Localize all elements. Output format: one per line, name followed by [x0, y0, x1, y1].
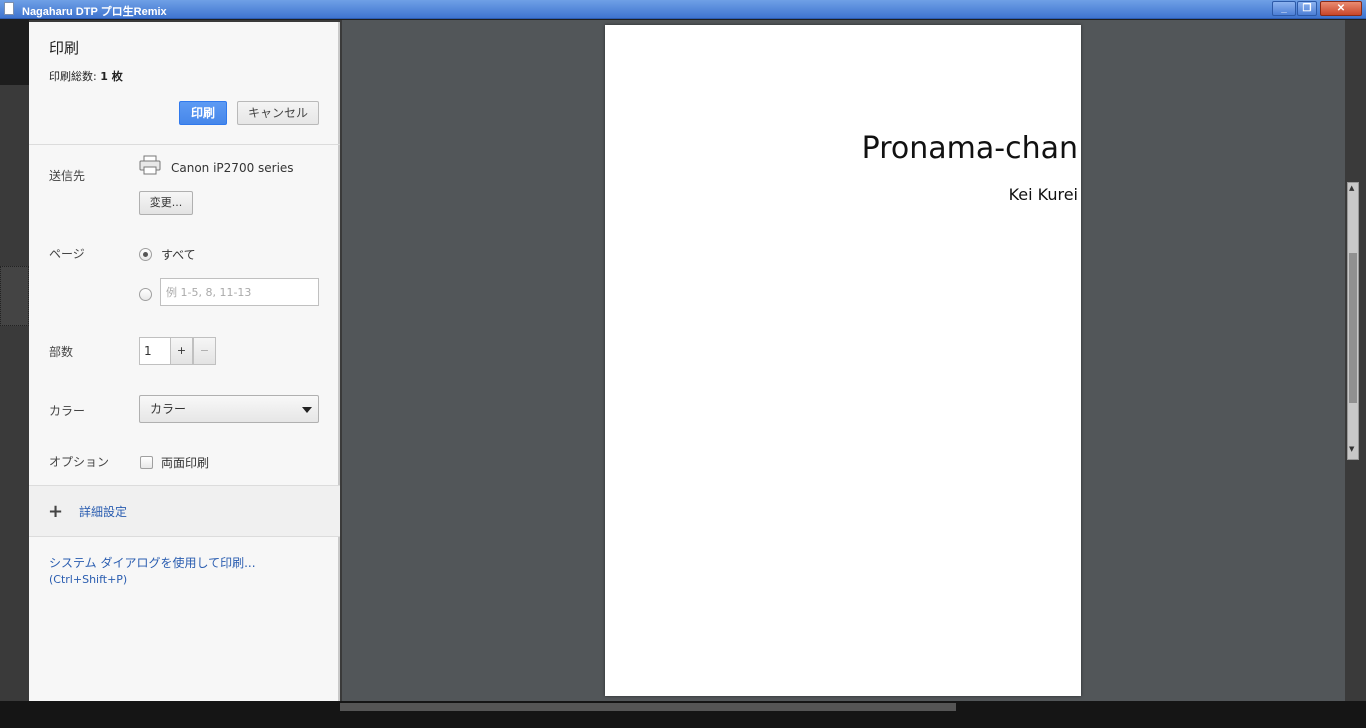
- color-label: カラー: [49, 404, 86, 418]
- scroll-up-icon[interactable]: ▲: [1349, 184, 1354, 192]
- copies-input[interactable]: 1: [139, 337, 171, 365]
- document-icon: [4, 2, 14, 15]
- window-title: Nagaharu DTP プロ生Remix: [22, 6, 167, 18]
- destination-label: 送信先: [49, 169, 86, 183]
- background-horizontal-scrollbar[interactable]: [340, 703, 956, 711]
- printer-icon: [139, 155, 161, 175]
- system-dialog-shortcut: (Ctrl+Shift+P): [49, 573, 128, 586]
- total-sheets-value: 1 枚: [100, 70, 123, 83]
- copies-label: 部数: [49, 345, 74, 359]
- system-dialog-link[interactable]: システム ダイアログを使用して印刷...: [49, 554, 256, 571]
- advanced-settings-section[interactable]: + 詳細設定: [29, 485, 340, 537]
- duplex-label: 両面印刷: [161, 456, 210, 470]
- preview-page-author: Kei Kurei: [1008, 185, 1078, 204]
- print-dialog-title: 印刷: [49, 39, 80, 57]
- scrollbar-thumb[interactable]: [1349, 253, 1357, 403]
- print-preview-area: Pronama-chan Kei Kurei: [342, 20, 1345, 701]
- scroll-down-icon[interactable]: ▼: [1349, 445, 1354, 453]
- background-scrollbar[interactable]: ▲ ▼: [1347, 182, 1359, 460]
- preview-page-title: Pronama-chan: [861, 131, 1078, 166]
- pages-all-label: すべて: [161, 248, 196, 262]
- chevron-down-icon: [302, 407, 312, 413]
- printer-name: Canon iP2700 series: [171, 161, 294, 175]
- background-toolbar: [0, 20, 29, 85]
- copies-decrement-button[interactable]: −: [193, 337, 216, 365]
- total-sheets: 印刷総数: 1 枚: [49, 68, 123, 84]
- cancel-button[interactable]: キャンセル: [237, 101, 319, 125]
- total-sheets-label: 印刷総数:: [49, 70, 97, 83]
- print-button[interactable]: 印刷: [179, 101, 227, 125]
- print-settings-panel: 印刷 印刷総数: 1 枚 印刷 キャンセル 送信先 Canon iP2700 s…: [29, 22, 340, 701]
- color-select-value: カラー: [150, 402, 187, 416]
- close-button[interactable]: ✕: [1320, 1, 1362, 16]
- options-label: オプション: [49, 455, 110, 469]
- print-header-section: 印刷 印刷総数: 1 枚 印刷 キャンセル: [29, 22, 340, 145]
- color-select[interactable]: カラー: [139, 395, 319, 423]
- window-titlebar: Nagaharu DTP プロ生Remix _ ❐ ✕: [0, 0, 1366, 19]
- copies-increment-button[interactable]: +: [170, 337, 193, 365]
- pages-label: ページ: [49, 247, 85, 261]
- preview-page: Pronama-chan Kei Kurei: [605, 25, 1081, 696]
- restore-button[interactable]: ❐: [1297, 1, 1317, 16]
- background-panel: [0, 266, 29, 326]
- change-destination-button[interactable]: 変更...: [139, 191, 193, 215]
- minimize-button[interactable]: _: [1272, 1, 1296, 16]
- duplex-checkbox[interactable]: [140, 456, 153, 469]
- plus-icon[interactable]: +: [48, 501, 63, 522]
- pages-all-radio[interactable]: [139, 248, 152, 261]
- pages-range-radio[interactable]: [139, 288, 152, 301]
- advanced-settings-link[interactable]: 詳細設定: [79, 503, 127, 520]
- pages-range-input[interactable]: [160, 278, 319, 306]
